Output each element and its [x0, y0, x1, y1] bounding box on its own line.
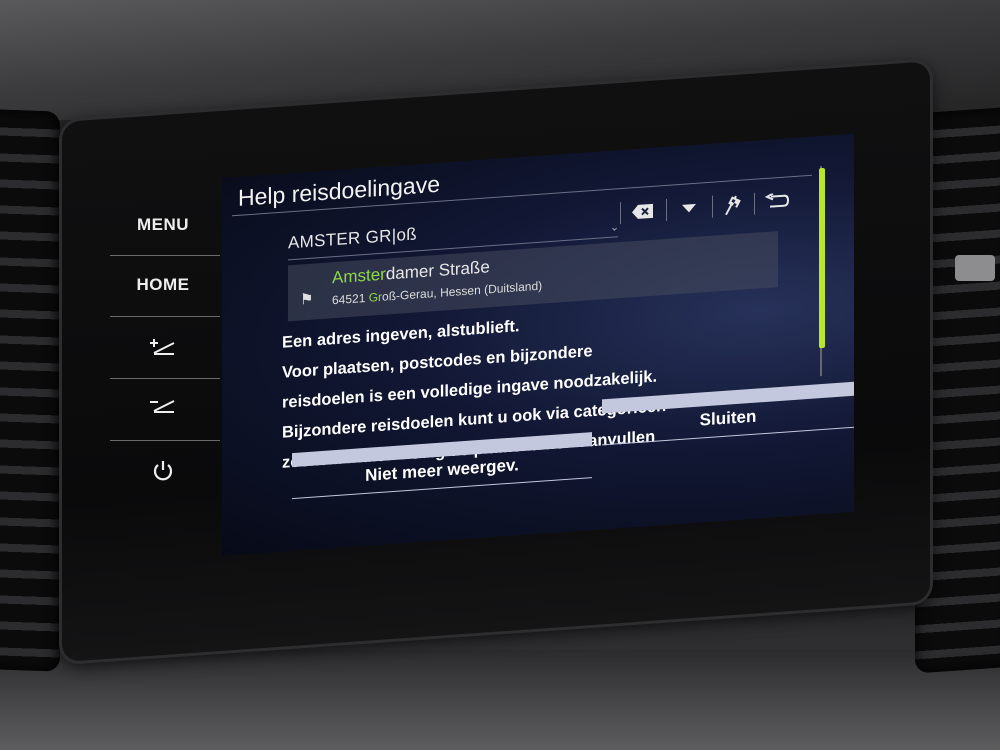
- toolbar-divider: [666, 198, 667, 221]
- vent-knob[interactable]: [955, 255, 995, 281]
- backspace-button[interactable]: [626, 197, 660, 225]
- menu-button[interactable]: MENU: [104, 200, 222, 250]
- side-divider: [110, 255, 220, 256]
- home-button[interactable]: HOME: [104, 260, 222, 310]
- volume-down-icon: [150, 400, 175, 413]
- back-icon: [764, 192, 790, 208]
- page-title: Help reisdoelingave: [238, 170, 441, 211]
- chevron-down-icon: [682, 203, 696, 213]
- power-button[interactable]: [104, 446, 222, 496]
- volume-up-button[interactable]: [104, 322, 222, 372]
- air-vent-left: [0, 108, 60, 672]
- side-divider: [110, 440, 220, 441]
- infotainment-screen: Help reisdoelingave AMSTER GR|oß ⌄ ⚑ Ams…: [222, 133, 854, 556]
- volume-up-icon: [150, 339, 175, 355]
- toolbar-divider: [712, 195, 713, 218]
- destination-flag-icon: [725, 195, 741, 216]
- dropdown-button[interactable]: [672, 194, 706, 222]
- input-chevron-icon: ⌄: [610, 221, 620, 234]
- checkered-flag-icon: ⚑: [300, 290, 314, 309]
- destination-input[interactable]: AMSTER GR|oß: [288, 224, 417, 253]
- backspace-icon: [632, 203, 653, 219]
- scrollbar-thumb[interactable]: [819, 167, 825, 349]
- toolbar-divider: [620, 202, 621, 225]
- start-guidance-button[interactable]: [716, 191, 750, 219]
- side-divider: [110, 316, 220, 317]
- toolbar-divider: [754, 192, 755, 215]
- close-label: Sluiten: [699, 406, 757, 430]
- volume-down-button[interactable]: [104, 380, 222, 430]
- dashboard-bottom: [0, 650, 1000, 750]
- side-divider: [110, 378, 220, 379]
- back-button[interactable]: [760, 188, 794, 216]
- power-icon: [153, 461, 173, 481]
